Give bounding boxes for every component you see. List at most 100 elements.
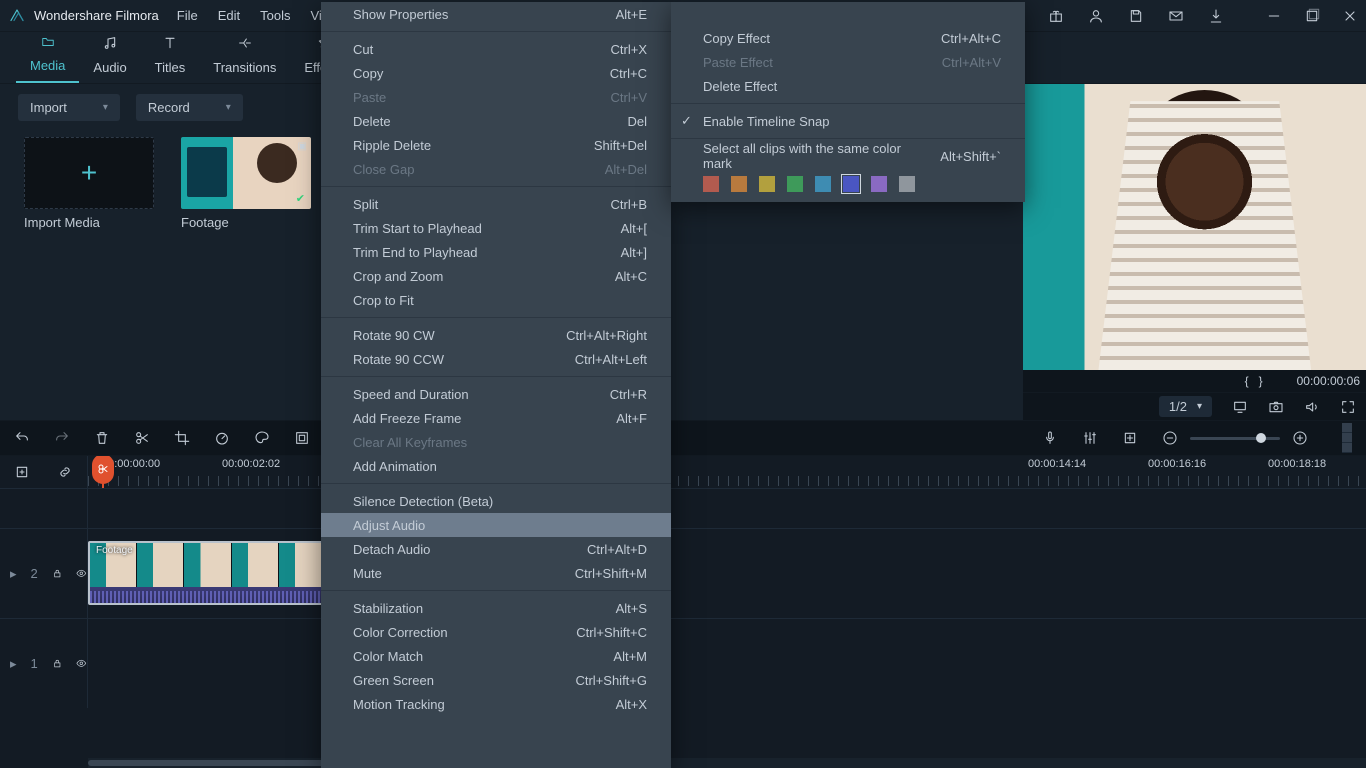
undo-icon[interactable] [14, 430, 30, 446]
menu-item-motion-tracking[interactable]: Motion TrackingAlt+X [321, 692, 671, 716]
color-swatch[interactable] [731, 176, 747, 192]
zoom-knob[interactable] [1256, 433, 1266, 443]
menu-file[interactable]: File [177, 8, 198, 23]
download-icon[interactable] [1208, 8, 1224, 24]
lock-icon[interactable] [52, 566, 63, 582]
menu-item-trim-end-to-playhead[interactable]: Trim End to PlayheadAlt+] [321, 240, 671, 264]
mark-in-bracket[interactable]: { [1245, 374, 1249, 388]
timeline-hscroll[interactable] [88, 758, 1366, 768]
tab-audio[interactable]: Audio [79, 29, 140, 83]
media-clip-footage[interactable]: ▣ ✔ Footage [181, 137, 316, 230]
menu-item-silence-detection-beta[interactable]: Silence Detection (Beta) [321, 489, 671, 513]
color-swatch[interactable] [871, 176, 887, 192]
mark-out-bracket[interactable]: } [1259, 374, 1263, 388]
speed-icon[interactable] [214, 430, 230, 446]
menu-item-copy-effect[interactable]: Copy EffectCtrl+Alt+C [671, 26, 1025, 50]
color-icon[interactable] [254, 430, 270, 446]
menu-item-adjust-audio[interactable]: Adjust Audio [321, 513, 671, 537]
music-icon [101, 35, 119, 56]
menu-item-stabilization[interactable]: StabilizationAlt+S [321, 596, 671, 620]
display-icon[interactable] [1232, 399, 1248, 415]
menu-item-crop-and-zoom[interactable]: Crop and ZoomAlt+C [321, 264, 671, 288]
menu-item-label: Close Gap [353, 162, 414, 177]
volume-icon[interactable] [1304, 399, 1320, 415]
playhead[interactable] [102, 456, 104, 488]
menu-item-show-properties[interactable]: Show PropertiesAlt+E [321, 2, 671, 26]
menu-item-add-freeze-frame[interactable]: Add Freeze FrameAlt+F [321, 406, 671, 430]
mail-icon[interactable] [1168, 8, 1184, 24]
link-icon[interactable] [57, 464, 73, 480]
import-media-tile[interactable]: + Import Media [24, 137, 159, 230]
track-body[interactable] [88, 619, 1366, 708]
close-button[interactable] [1342, 8, 1358, 24]
menu-item-mute[interactable]: MuteCtrl+Shift+M [321, 561, 671, 585]
timeline-clip-footage[interactable]: Footage [88, 541, 328, 605]
menu-item-paste-effect: Paste EffectCtrl+Alt+V [671, 50, 1025, 74]
zoom-slider[interactable] [1162, 430, 1308, 446]
menu-item-enable-timeline-snap[interactable]: ✓Enable Timeline Snap [671, 109, 1025, 133]
eye-icon[interactable] [76, 566, 87, 582]
greenscreen-icon[interactable] [294, 430, 310, 446]
maximize-button[interactable] [1304, 8, 1320, 24]
menu-item-detach-audio[interactable]: Detach AudioCtrl+Alt+D [321, 537, 671, 561]
record-dropdown[interactable]: Record ▾ [136, 94, 243, 121]
menu-item-delete[interactable]: DeleteDel [321, 109, 671, 133]
import-dropdown[interactable]: Import ▾ [18, 94, 120, 121]
color-swatch[interactable] [843, 176, 859, 192]
marker-add-icon[interactable] [1122, 430, 1138, 446]
preview-viewport[interactable] [1023, 84, 1366, 370]
menu-item-add-animation[interactable]: Add Animation [321, 454, 671, 478]
mixer-icon[interactable] [1082, 430, 1098, 446]
menu-item-cut[interactable]: CutCtrl+X [321, 37, 671, 61]
zoom-out-icon[interactable] [1162, 430, 1178, 446]
menu-tools[interactable]: Tools [260, 8, 290, 23]
color-swatch[interactable] [759, 176, 775, 192]
zoom-in-icon[interactable] [1292, 430, 1308, 446]
menu-item-rotate-90-ccw[interactable]: Rotate 90 CCWCtrl+Alt+Left [321, 347, 671, 371]
record-voiceover-icon[interactable] [1042, 430, 1058, 446]
menu-item-rotate-90-cw[interactable]: Rotate 90 CWCtrl+Alt+Right [321, 323, 671, 347]
account-icon[interactable] [1088, 8, 1104, 24]
menu-item-speed-and-duration[interactable]: Speed and DurationCtrl+R [321, 382, 671, 406]
color-swatch[interactable] [815, 176, 831, 192]
clip-context-menu: Show PropertiesAlt+ECutCtrl+XCopyCtrl+CP… [321, 2, 671, 768]
menu-edit[interactable]: Edit [218, 8, 240, 23]
color-swatch[interactable] [899, 176, 915, 192]
menu-item-ripple-delete[interactable]: Ripple DeleteShift+Del [321, 133, 671, 157]
menu-item-label: Color Match [353, 649, 423, 664]
delete-icon[interactable] [94, 430, 110, 446]
lock-icon[interactable] [52, 656, 63, 672]
menu-item-shortcut: Alt+Del [577, 162, 647, 177]
time-ruler[interactable]: 00:00:00:0000:00:02:0200:00:14:1400:00:1… [88, 456, 1366, 488]
playhead-handle[interactable] [92, 456, 114, 484]
tab-titles[interactable]: Titles [141, 29, 200, 83]
gift-icon[interactable] [1048, 8, 1064, 24]
zoom-track[interactable] [1190, 437, 1280, 440]
menu-item-copy[interactable]: CopyCtrl+C [321, 61, 671, 85]
preview-quality-select[interactable]: 1/2 ▾ [1159, 396, 1212, 417]
add-marker-icon[interactable] [14, 464, 30, 480]
timeline: 00:00:00:0000:00:02:0200:00:14:1400:00:1… [0, 456, 1366, 768]
color-swatch[interactable] [787, 176, 803, 192]
menu-item-color-correction[interactable]: Color CorrectionCtrl+Shift+C [321, 620, 671, 644]
split-icon[interactable] [134, 430, 150, 446]
fullscreen-icon[interactable] [1340, 399, 1356, 415]
crop-icon[interactable] [174, 430, 190, 446]
snapshot-icon[interactable] [1268, 399, 1284, 415]
track-body[interactable]: Footage [88, 529, 1366, 618]
tab-transitions[interactable]: Transitions [199, 29, 290, 83]
minimize-button[interactable] [1266, 8, 1282, 24]
eye-icon[interactable] [76, 656, 87, 672]
folder-icon [39, 35, 57, 54]
menu-item-crop-to-fit[interactable]: Crop to Fit [321, 288, 671, 312]
menu-item-color-match[interactable]: Color MatchAlt+M [321, 644, 671, 668]
menu-item-green-screen[interactable]: Green ScreenCtrl+Shift+G [321, 668, 671, 692]
menu-item-delete-effect[interactable]: Delete Effect [671, 74, 1025, 98]
color-swatch[interactable] [703, 176, 719, 192]
menu-item-trim-start-to-playhead[interactable]: Trim Start to PlayheadAlt+[ [321, 216, 671, 240]
redo-icon[interactable] [54, 430, 70, 446]
menu-item-label: Crop to Fit [353, 293, 414, 308]
tab-media[interactable]: Media [16, 29, 79, 83]
menu-item-split[interactable]: SplitCtrl+B [321, 192, 671, 216]
save-icon[interactable] [1128, 8, 1144, 24]
